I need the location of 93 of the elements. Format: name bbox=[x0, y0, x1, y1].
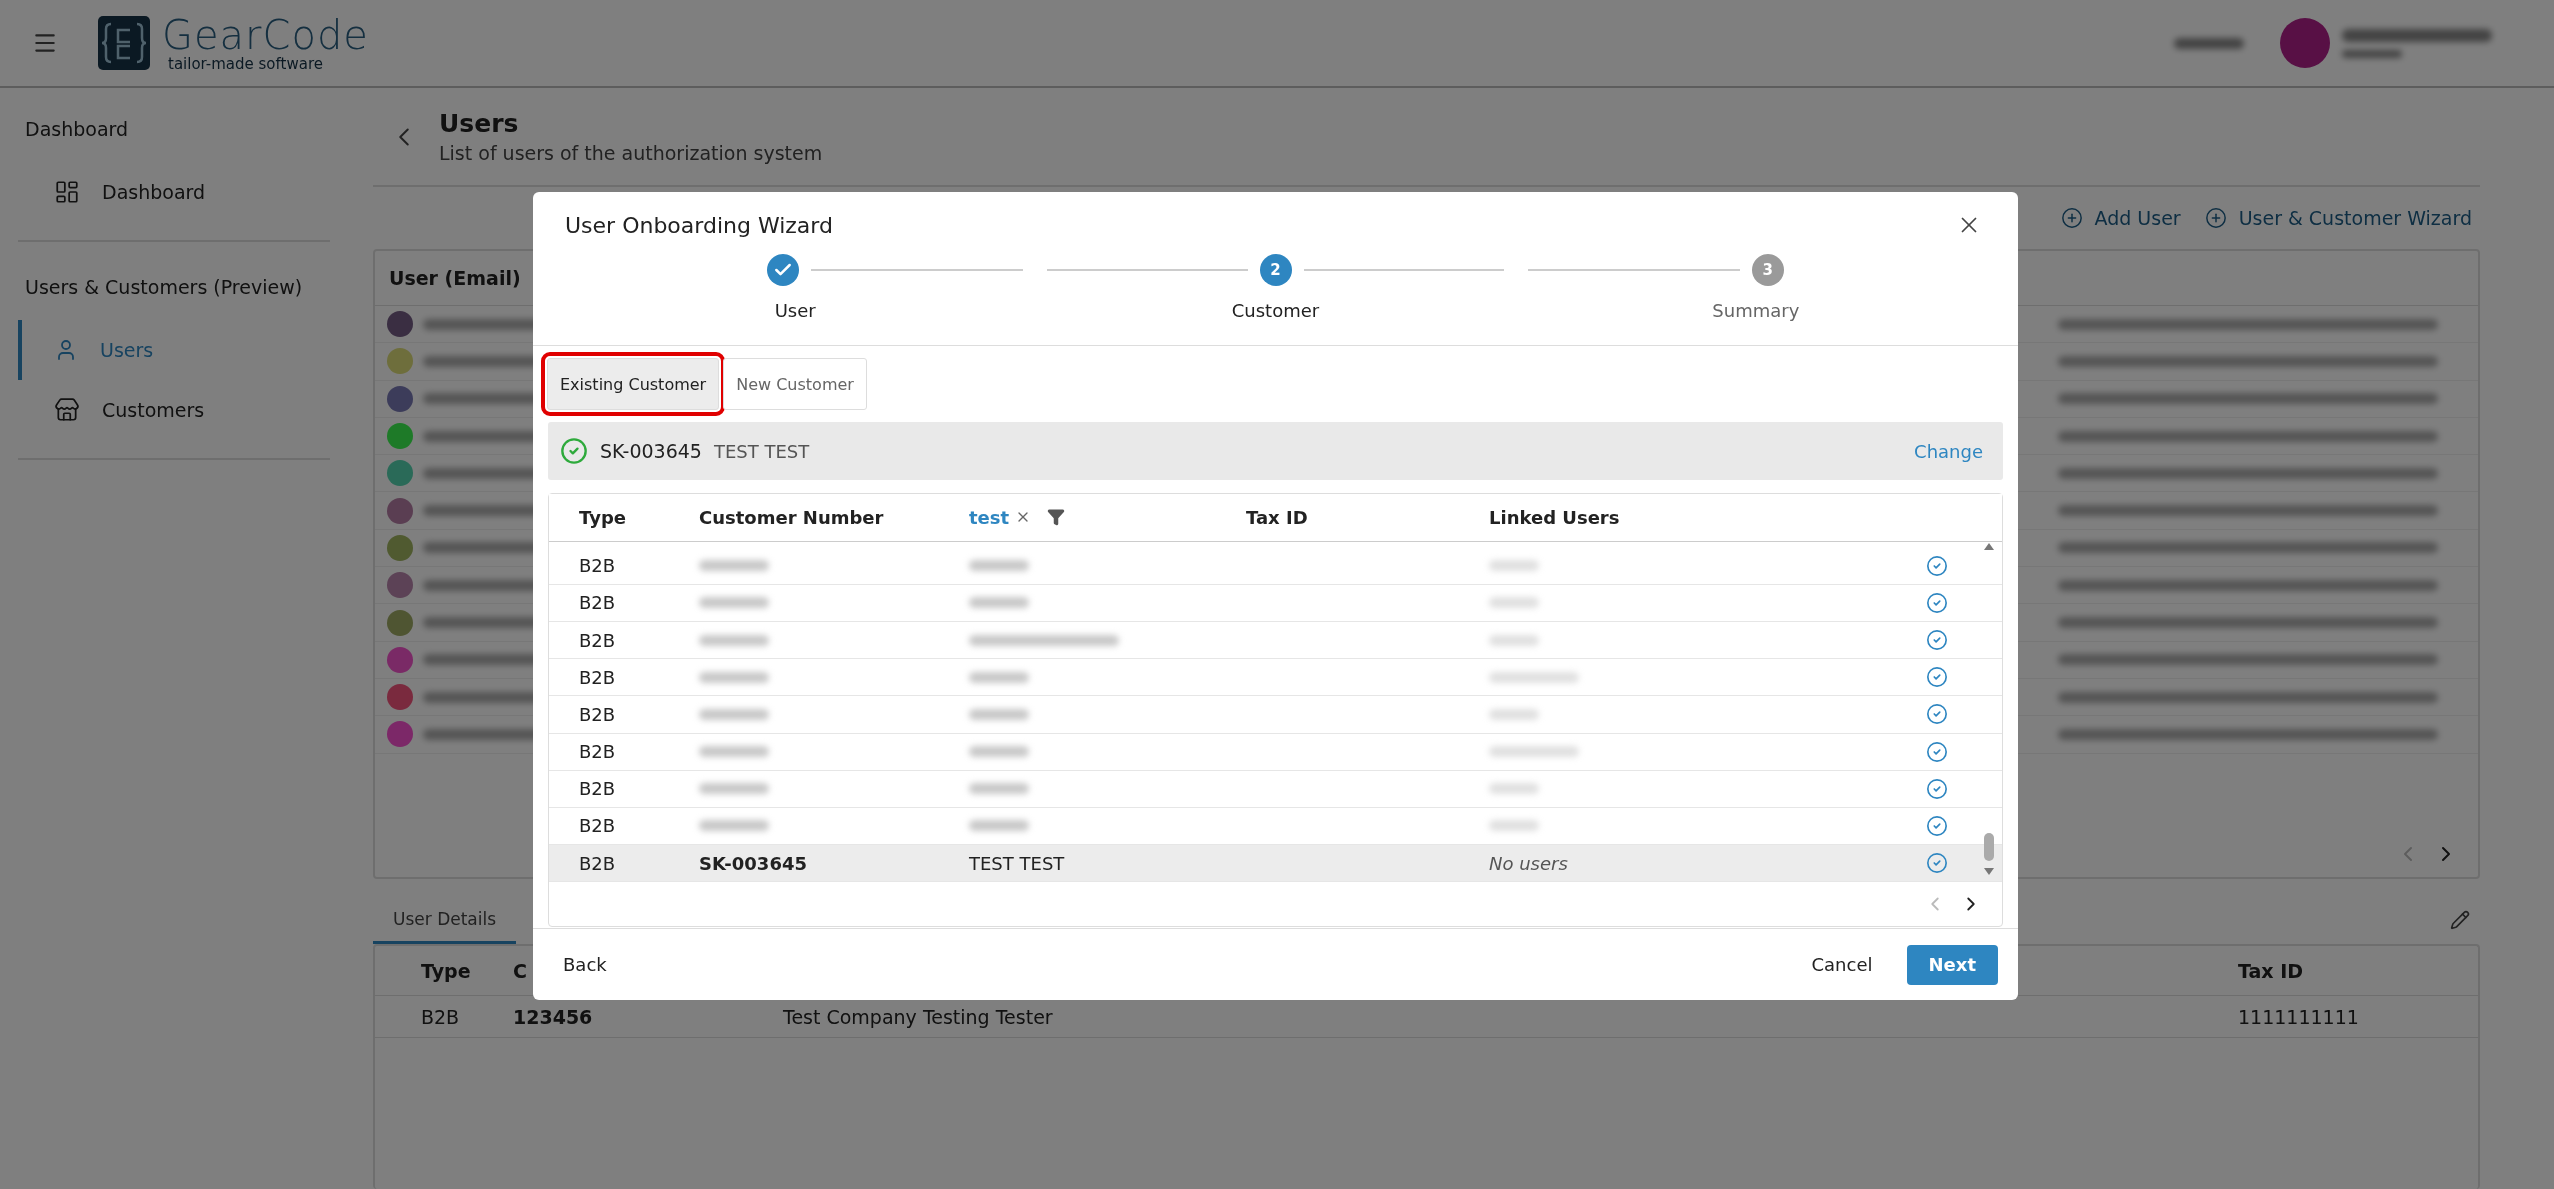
blurred-text bbox=[699, 820, 769, 832]
table-cell-text: B2B bbox=[578, 629, 617, 651]
table-cell: 1111111111 bbox=[2238, 1005, 2359, 1028]
table-cell: Test Company Testing Tester bbox=[783, 1005, 1053, 1028]
blurred-text bbox=[1489, 597, 1539, 609]
scrollbar-thumb[interactable] bbox=[1984, 833, 1994, 861]
store-icon bbox=[54, 397, 80, 423]
column-header: Tax ID bbox=[2238, 959, 2304, 982]
select-check-icon[interactable] bbox=[1926, 740, 1948, 763]
column-header: C bbox=[513, 959, 527, 982]
step-label: Customer bbox=[1231, 300, 1320, 321]
logo-icon bbox=[98, 16, 150, 70]
sidebar-item[interactable]: Dashboard bbox=[18, 162, 330, 222]
check-circle-icon bbox=[560, 437, 588, 465]
logo-name: GearCode bbox=[162, 14, 369, 55]
table-cell-text: TEST TEST bbox=[969, 852, 1066, 874]
table-cell-text: B2B bbox=[578, 778, 617, 800]
table-cell-text: SK-003645 bbox=[699, 852, 808, 874]
step-number: 2 bbox=[1259, 254, 1292, 286]
blurred-text bbox=[2342, 49, 2402, 58]
blurred-text bbox=[699, 783, 769, 795]
customer-number: SK-003645 bbox=[600, 440, 702, 462]
table-cell-text: No users bbox=[1489, 852, 1569, 874]
blurred-text bbox=[1489, 708, 1539, 720]
table-cell-text: B2B bbox=[578, 592, 617, 614]
step-label: Summary bbox=[1712, 300, 1800, 321]
scroll-down-icon[interactable] bbox=[1983, 867, 1995, 876]
blurred-text bbox=[969, 746, 1029, 758]
blurred-text bbox=[1489, 820, 1539, 832]
customer-tab[interactable]: New Customer bbox=[723, 358, 867, 410]
dashboard-icon bbox=[54, 179, 80, 205]
table-cell-text: B2B bbox=[578, 703, 617, 725]
sidebar-item[interactable]: Customers bbox=[18, 380, 330, 440]
select-check-icon[interactable] bbox=[1926, 591, 1948, 614]
column-header: Tax ID bbox=[1246, 506, 1309, 528]
dialog-title: User Onboarding Wizard bbox=[565, 212, 833, 238]
select-check-icon[interactable] bbox=[1926, 814, 1948, 837]
page-title: Users bbox=[439, 109, 520, 138]
user-avatar[interactable] bbox=[2280, 18, 2330, 68]
step-label: User bbox=[774, 300, 816, 321]
select-check-icon[interactable] bbox=[1926, 777, 1948, 800]
blurred-text bbox=[699, 634, 769, 646]
table-cell-text: B2B bbox=[578, 666, 617, 688]
add-link-button[interactable]: User & Customer Wizard bbox=[2204, 207, 2472, 229]
select-check-icon[interactable] bbox=[1926, 703, 1948, 726]
page-subtitle: List of users of the authorization system bbox=[439, 142, 823, 164]
blurred-text bbox=[969, 597, 1029, 609]
sidebar-section-title: Dashboard bbox=[25, 118, 130, 140]
table-cell-text: B2B bbox=[578, 555, 617, 577]
change-link[interactable]: Change bbox=[1914, 440, 1983, 462]
sidebar-item[interactable]: Users bbox=[18, 320, 330, 380]
table-cell-text: B2B bbox=[578, 741, 617, 763]
next-button[interactable]: Next bbox=[1906, 944, 1998, 985]
sidebar-section-title: Users & Customers (Preview) bbox=[25, 276, 304, 298]
column-header: Linked Users bbox=[1489, 506, 1621, 528]
blurred-text bbox=[699, 597, 769, 609]
plus-circle-icon bbox=[2204, 207, 2227, 229]
table-cell: B2B bbox=[421, 1005, 460, 1028]
select-check-icon[interactable] bbox=[1926, 554, 1948, 577]
table-cell-text: B2B bbox=[578, 815, 617, 837]
pencil-icon bbox=[2450, 910, 2470, 930]
table-cell-text: B2B bbox=[578, 852, 617, 874]
select-check-icon[interactable] bbox=[1926, 629, 1948, 652]
blurred-text bbox=[1489, 783, 1539, 795]
blurred-text bbox=[969, 560, 1029, 572]
blurred-text bbox=[699, 671, 769, 683]
blurred-text bbox=[699, 708, 769, 720]
blurred-text bbox=[1489, 560, 1539, 572]
blurred-text bbox=[969, 783, 1029, 795]
filter-chip[interactable]: test bbox=[969, 506, 1010, 528]
back-button[interactable]: Back bbox=[553, 946, 617, 983]
blurred-text bbox=[969, 820, 1029, 832]
column-header: Type bbox=[421, 959, 471, 982]
blurred-text bbox=[699, 560, 769, 572]
blurred-text bbox=[699, 746, 769, 758]
blurred-text bbox=[969, 671, 1029, 683]
column-header: Customer Number bbox=[699, 506, 885, 528]
column-header: Type bbox=[578, 506, 627, 528]
filter-icon[interactable] bbox=[1047, 508, 1066, 527]
select-check-icon[interactable] bbox=[1926, 666, 1948, 689]
cancel-button[interactable]: Cancel bbox=[1801, 946, 1883, 983]
plus-circle-icon bbox=[2060, 207, 2083, 229]
customer-name: TEST TEST bbox=[713, 440, 810, 462]
table-cell: 123456 bbox=[513, 1005, 593, 1028]
blurred-text bbox=[969, 708, 1029, 720]
edit-icon[interactable] bbox=[2450, 910, 2470, 930]
select-check-icon[interactable] bbox=[1926, 852, 1948, 875]
blurred-text bbox=[1489, 634, 1539, 646]
blurred-text bbox=[2174, 37, 2244, 49]
add-link-button[interactable]: Add User bbox=[2060, 207, 2181, 229]
column-header: User (Email) bbox=[389, 267, 521, 289]
logo-tagline: tailor-made software bbox=[168, 56, 324, 72]
step-number: 3 bbox=[1751, 254, 1784, 286]
